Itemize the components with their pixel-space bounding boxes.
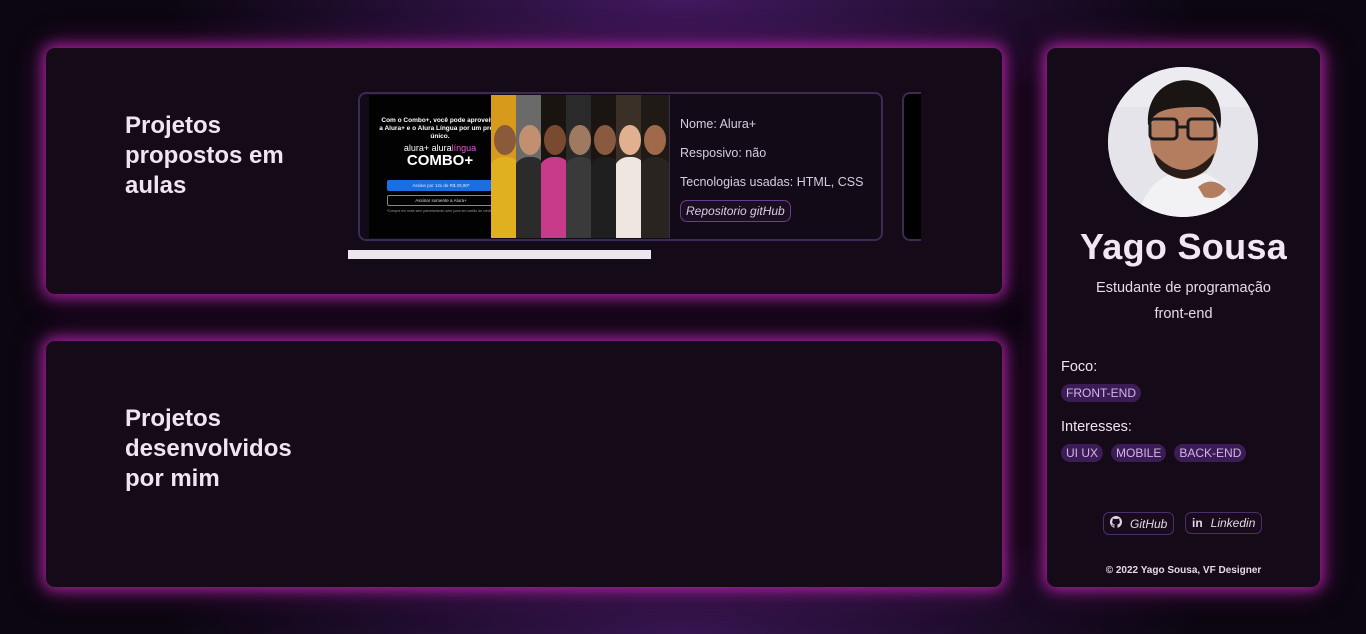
interest-tag: MOBILE <box>1111 444 1167 462</box>
avatar <box>1108 67 1258 217</box>
project-card[interactable]: Com o Combo+, você pode aproveitar a Alu… <box>358 92 883 241</box>
section-title: Projetos propostos em aulas <box>125 112 284 199</box>
focus-label: Foco: <box>1061 359 1098 375</box>
promo-headline: Com o Combo+, você pode aproveitar a Alu… <box>379 117 501 140</box>
project-thumbnail: Com o Combo+, você pode aproveitar a Alu… <box>369 95 670 238</box>
project-technologies: Tecnologias usadas: HTML, CSS <box>680 175 864 189</box>
github-button[interactable]: GitHub <box>1103 512 1175 535</box>
developed-projects-panel: Projetos desenvolvidos por mim <box>46 341 1002 587</box>
profile-subtitle-line: front-end <box>1154 306 1213 322</box>
interest-tag: UI UX <box>1061 444 1104 462</box>
project-name: Nome: Alura+ <box>680 117 757 131</box>
profile-subtitle: Estudante de programação front-end <box>1047 275 1320 327</box>
promo-primary-button: Assine por 12x de R$ 29,90* <box>387 180 495 191</box>
promo-secondary-button: Assinar somente a Alura+ <box>387 195 495 206</box>
promo-photo-strip <box>491 95 669 238</box>
github-icon <box>1110 516 1122 531</box>
promo-person-photo <box>516 95 544 238</box>
promo-person-photo <box>641 95 669 238</box>
github-label: GitHub <box>1130 516 1168 531</box>
profile-sidebar: Yago Sousa Estudante de programação fron… <box>1047 48 1320 587</box>
promo-footnote: *Compra em reais sem parcelamento sem ju… <box>386 209 494 213</box>
interests-label: Interesses: <box>1061 419 1132 435</box>
promo-panel: Com o Combo+, você pode aproveitar a Alu… <box>369 95 509 238</box>
carousel-scrollbar[interactable] <box>348 250 651 259</box>
promo-person-photo <box>616 95 644 238</box>
linkedin-button[interactable]: in Linkedin <box>1185 512 1263 534</box>
next-project-card[interactable] <box>902 92 921 241</box>
linkedin-icon: in <box>1192 516 1203 530</box>
section-title: Projetos desenvolvidos por mim <box>125 405 292 492</box>
profile-subtitle-line: Estudante de programação <box>1096 280 1271 296</box>
project-responsive: Resposivo: não <box>680 146 767 160</box>
interest-tags: UI UX MOBILE BACK-END <box>1061 444 1247 462</box>
promo-product: COMBO+ <box>406 152 474 169</box>
interest-tag: BACK-END <box>1174 444 1247 462</box>
linkedin-label: Linkedin <box>1210 516 1256 530</box>
repository-link-button[interactable]: Repositorio gitHub <box>680 200 791 222</box>
promo-person-photo <box>541 95 569 238</box>
project-info: Nome: Alura+ Resposivo: não Tecnologias … <box>680 110 870 222</box>
profile-name: Yago Sousa <box>1079 226 1288 267</box>
promo-person-photo <box>491 95 519 238</box>
promo-person-photo <box>591 95 619 238</box>
proposed-projects-panel: Projetos propostos em aulas Com o Combo+… <box>46 48 1002 294</box>
focus-tags: FRONT-END <box>1061 384 1141 402</box>
promo-person-photo <box>566 95 594 238</box>
focus-tag: FRONT-END <box>1061 384 1141 402</box>
copyright-text: © 2022 Yago Sousa, VF Designer <box>1105 565 1262 576</box>
